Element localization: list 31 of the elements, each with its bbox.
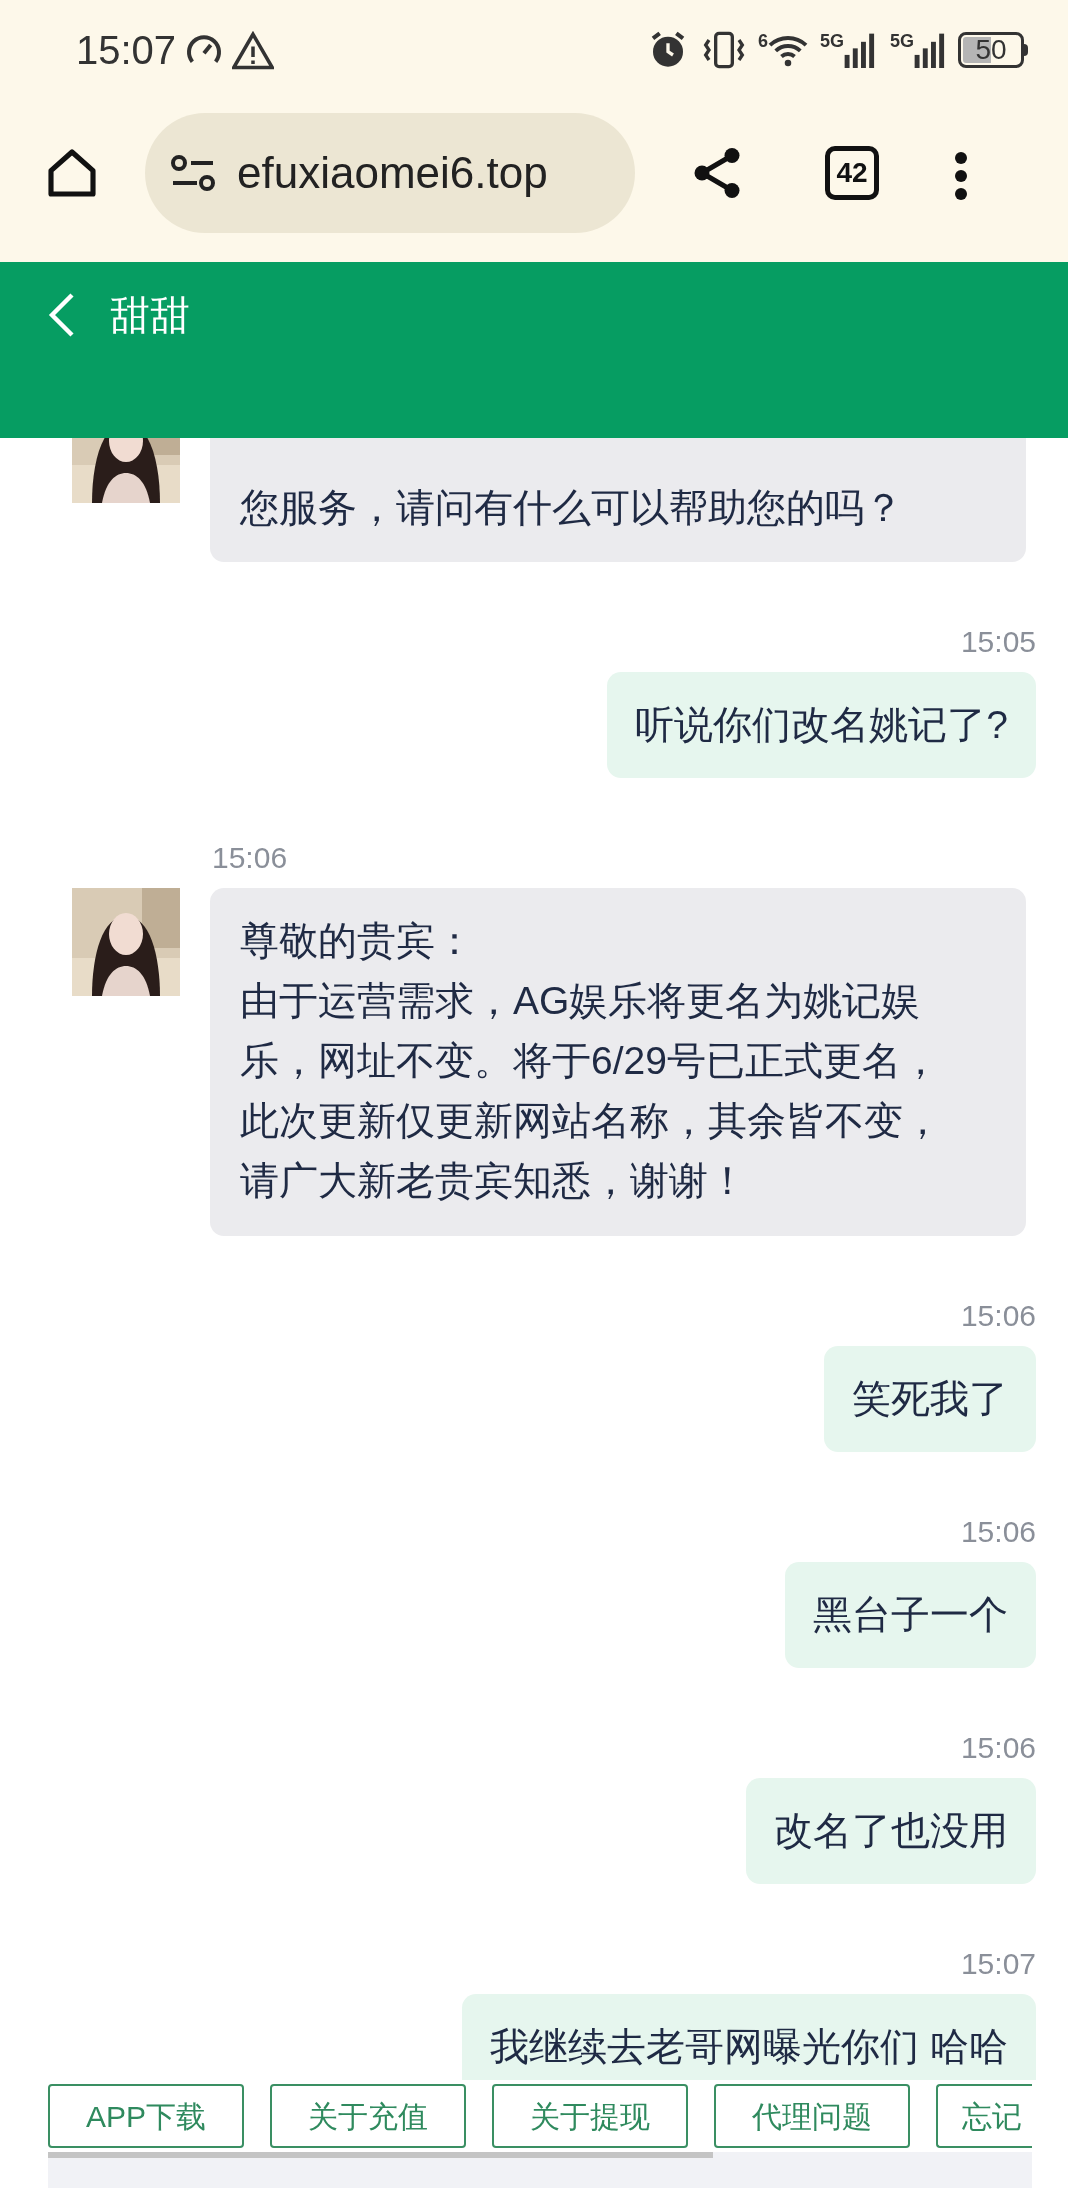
message-time: 15:05 [960,624,1036,660]
quick-reply-button[interactable]: 关于提现 [492,2084,688,2148]
quick-reply-button[interactable]: APP下载 [48,2084,244,2148]
network-label: 5G [890,32,914,50]
message-time: 15:06 [960,1514,1036,1550]
message-time: 15:06 [960,1298,1036,1334]
tune-icon[interactable] [169,153,217,193]
message-time: 15:06 [212,840,289,876]
message-bubble: 黑台子一个 [785,1562,1036,1668]
chat-title: 甜甜 [110,292,190,339]
message-greeting: 尊敬的贵宾： [240,918,475,964]
message-bubble: 笑死我了 [824,1346,1036,1452]
vibrate-icon [701,30,746,70]
address-bar[interactable]: efuxiaomei6.top [145,113,635,233]
message-bubble: 我继续去老哥网曝光你们 哈哈 [462,1994,1036,2080]
status-time: 15:07 [76,30,177,70]
message-bubble: 改名了也没用 [746,1778,1036,1884]
quick-reply-button[interactable]: 忘记 [936,2084,1032,2148]
wifi-label: 6 [757,32,768,50]
warning-icon [232,30,275,70]
url-text: efuxiaomei6.top [237,147,548,199]
message-text: 由于运营需求，AG娱乐将更名为姚记娱乐，网址不变。将于6/29号已正式更名，此次更新仅更新网站名称，其余皆不变，请广大新老贵宾知悉，谢谢！ [240,978,943,1204]
quick-reply-button[interactable]: 代理问题 [714,2084,910,2148]
quick-reply-button[interactable]: 关于充值 [270,2084,466,2148]
tab-count-button[interactable]: 42 [825,146,879,200]
message-bubble: 您服务，请问有什么可以帮助您的吗？ [210,438,1026,562]
menu-icon[interactable] [953,151,969,201]
network-label: 5G [819,32,844,50]
message-bubble: 听说你们改名姚记了? [607,672,1036,778]
message-time: 15:07 [960,1946,1036,1982]
message-time: 15:06 [960,1730,1036,1766]
